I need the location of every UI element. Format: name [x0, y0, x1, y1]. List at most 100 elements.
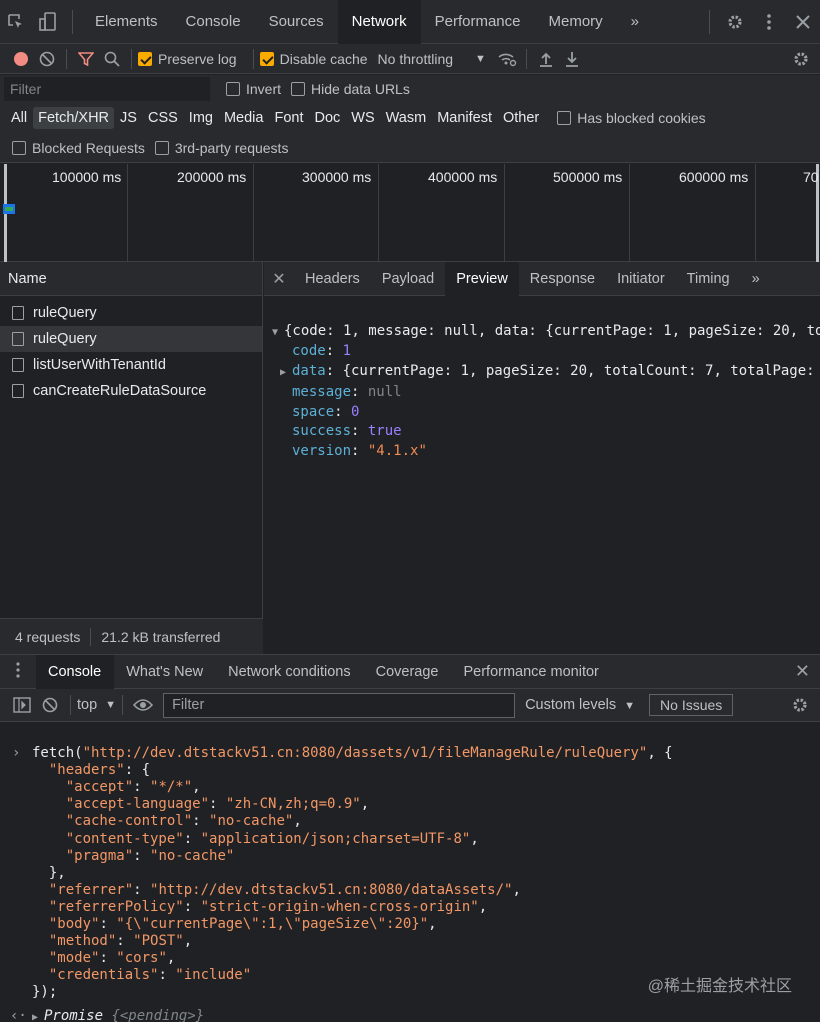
- close-detail-icon[interactable]: ✕: [264, 269, 294, 289]
- type-filter-img[interactable]: Img: [184, 107, 218, 129]
- request-count: 4 requests: [15, 628, 81, 645]
- clear-icon[interactable]: [34, 45, 60, 73]
- type-filter-ws[interactable]: WS: [346, 107, 379, 129]
- show-sidebar-icon[interactable]: [8, 697, 36, 713]
- tab-memory[interactable]: Memory: [535, 0, 617, 44]
- settings-gear-icon[interactable]: [718, 0, 752, 44]
- tab-network[interactable]: Network: [337, 0, 421, 44]
- hide-data-urls-checkbox[interactable]: Hide data URLs: [291, 81, 410, 97]
- expanded-triangle-icon[interactable]: ▼: [272, 323, 284, 343]
- dropdown-arrow-icon: ▼: [624, 700, 636, 712]
- request-name: ruleQuery: [33, 331, 97, 347]
- live-expression-eye-icon[interactable]: [129, 698, 157, 712]
- request-name: canCreateRuleDataSource: [33, 383, 207, 399]
- type-filter-other[interactable]: Other: [498, 107, 544, 129]
- tab-response[interactable]: Response: [519, 262, 606, 296]
- console-line: "referrerPolicy": "strict-origin-when-cr…: [48, 898, 488, 915]
- console-result-entry[interactable]: ‹· ▶ Promise {<pending>}: [10, 1007, 820, 1022]
- tab-elements[interactable]: Elements: [81, 0, 172, 44]
- drawer-tab-whats-new[interactable]: What's New: [114, 655, 216, 689]
- collapsed-triangle-icon[interactable]: ▶: [280, 363, 292, 383]
- record-icon[interactable]: [8, 45, 34, 73]
- prop-key: space: [292, 403, 335, 420]
- kebab-menu-icon[interactable]: [752, 0, 786, 44]
- search-icon[interactable]: [99, 45, 125, 73]
- type-filter-wasm[interactable]: Wasm: [381, 107, 432, 129]
- request-row[interactable]: canCreateRuleDataSource: [0, 378, 262, 404]
- request-row[interactable]: listUserWithTenantId: [0, 352, 262, 378]
- console-line: "referrer": "http://dev.dtstackv51.cn:80…: [48, 881, 521, 898]
- tab-console[interactable]: Console: [172, 0, 255, 44]
- tab-performance[interactable]: Performance: [421, 0, 535, 44]
- close-drawer-icon[interactable]: ✕: [795, 661, 810, 682]
- tab-headers[interactable]: Headers: [294, 262, 371, 296]
- drawer-menu-icon[interactable]: [0, 662, 36, 681]
- export-har-icon[interactable]: [559, 45, 585, 73]
- name-column-label: Name: [8, 270, 47, 287]
- prop-value: null: [367, 383, 402, 400]
- tab-preview[interactable]: Preview: [445, 261, 519, 296]
- drawer-tab-coverage[interactable]: Coverage: [364, 655, 452, 689]
- console-input-entry: › fetch("http://dev.dtstackv51.cn:8080/da…: [12, 745, 820, 1001]
- third-party-checkbox[interactable]: 3rd-party requests: [154, 140, 288, 156]
- has-blocked-cookies-checkbox[interactable]: Has blocked cookies: [557, 110, 706, 126]
- filter-icon[interactable]: [73, 45, 99, 73]
- type-filter-font[interactable]: Font: [269, 107, 308, 129]
- collapsed-triangle-icon[interactable]: ▶: [32, 1009, 44, 1022]
- type-filter-manifest[interactable]: Manifest: [432, 107, 497, 129]
- preview-prop-row: message: null: [292, 383, 402, 400]
- divider: [90, 627, 92, 646]
- preview-root-summary: {code: 1, message: null, data: {currentP…: [284, 322, 820, 339]
- tab-initiator[interactable]: Initiator: [606, 262, 676, 296]
- timeline-gridline: [378, 164, 379, 262]
- console-filter-input[interactable]: Filter: [163, 692, 516, 718]
- drawer-tab-performance-monitor[interactable]: Performance monitor: [451, 655, 611, 689]
- name-column-header[interactable]: Name: [0, 262, 262, 296]
- preview-prop-row: success: true: [292, 423, 402, 440]
- log-levels-select[interactable]: Custom levels ▼: [525, 697, 635, 713]
- network-settings-gear-icon[interactable]: [788, 45, 814, 73]
- preview-prop-row: version: "4.1.x": [292, 442, 427, 459]
- more-detail-tabs-button[interactable]: »: [741, 262, 771, 296]
- console-line: "accept": "*/*",: [65, 779, 201, 796]
- preserve-log-checkbox[interactable]: Preserve log: [138, 51, 237, 67]
- log-levels-value: Custom levels: [525, 697, 617, 713]
- close-devtools-icon[interactable]: [786, 0, 820, 44]
- device-toolbar-icon[interactable]: [32, 0, 64, 44]
- clear-console-icon[interactable]: [36, 697, 64, 713]
- drawer-tab-console[interactable]: Console: [36, 654, 115, 689]
- divider: [252, 48, 254, 69]
- request-row-selected[interactable]: ruleQuery: [0, 326, 262, 352]
- prop-value: 0: [351, 403, 360, 420]
- blocked-requests-checkbox[interactable]: Blocked Requests: [12, 140, 145, 156]
- throttling-select[interactable]: No throttling ▼: [378, 51, 486, 67]
- preview-root-row[interactable]: ▼ {code: 1, message: null, data: {current…: [272, 322, 820, 343]
- context-select[interactable]: top ▼: [77, 697, 116, 713]
- import-har-icon[interactable]: [533, 45, 559, 73]
- disable-cache-checkbox[interactable]: Disable cache: [259, 51, 368, 67]
- transferred-size: 21.2 kB transferred: [101, 628, 221, 645]
- network-overview-timeline[interactable]: 100000 ms 200000 ms 300000 ms 400000 ms …: [0, 164, 820, 262]
- drawer-tab-network-conditions[interactable]: Network conditions: [216, 655, 364, 689]
- network-conditions-icon[interactable]: [494, 45, 520, 73]
- type-filter-fetch-xhr[interactable]: Fetch/XHR: [33, 107, 115, 129]
- issues-button[interactable]: No Issues: [649, 694, 734, 716]
- type-filter-all[interactable]: All: [6, 107, 32, 129]
- type-filter-doc[interactable]: Doc: [309, 107, 345, 129]
- file-icon: [12, 384, 24, 398]
- tab-sources[interactable]: Sources: [255, 0, 338, 44]
- promise-state: {<pending>}: [111, 1007, 205, 1022]
- type-filter-media[interactable]: Media: [219, 107, 269, 129]
- invert-checkbox[interactable]: Invert: [226, 81, 281, 97]
- preview-prop-row[interactable]: ▶ data: {currentPage: 1, pageSize: 20, to…: [272, 362, 820, 383]
- type-filter-css[interactable]: CSS: [143, 107, 183, 129]
- request-row[interactable]: ruleQuery: [0, 300, 262, 326]
- inspect-element-icon[interactable]: [0, 0, 32, 44]
- type-filter-js[interactable]: JS: [115, 107, 142, 129]
- console-settings-gear-icon[interactable]: [786, 696, 814, 714]
- timeline-gridline: [629, 164, 630, 262]
- tab-payload[interactable]: Payload: [371, 262, 445, 296]
- tab-timing[interactable]: Timing: [676, 262, 741, 296]
- filter-input[interactable]: Filter: [4, 77, 210, 101]
- more-tabs-button[interactable]: »: [617, 0, 653, 44]
